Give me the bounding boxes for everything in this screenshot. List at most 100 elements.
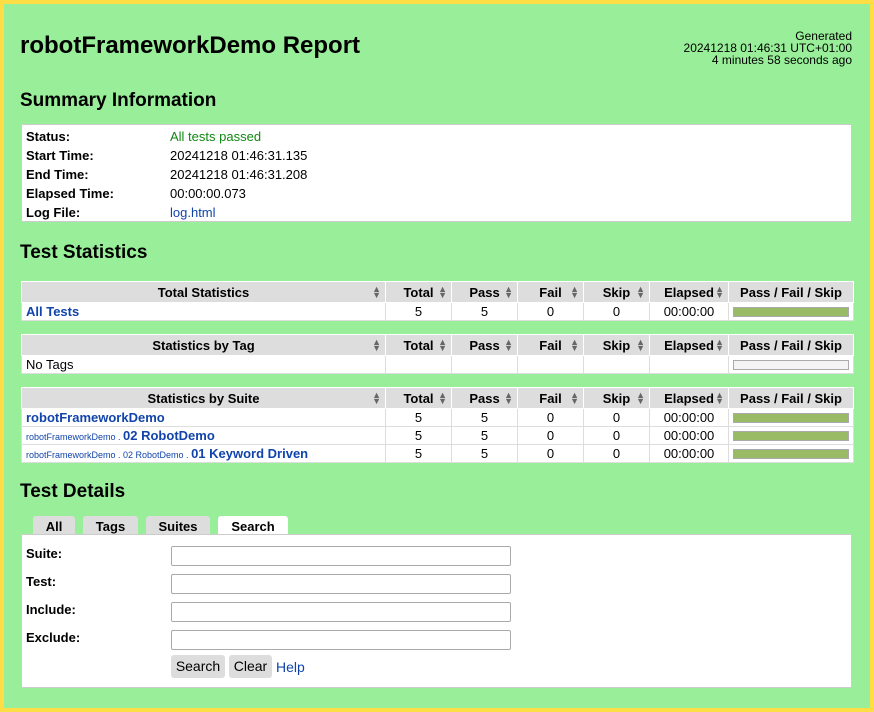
skip-cell: 0: [583, 444, 650, 463]
skip-cell: 0: [583, 408, 650, 427]
name-column-header-label: Statistics by Suite: [147, 390, 260, 406]
pass-column-header[interactable]: Pass ▲ ▼: [451, 387, 518, 409]
elapsed-time-row: Elapsed Time: 00:00:00.073: [26, 184, 851, 203]
row-name-link[interactable]: 02 RobotDemo: [123, 428, 215, 443]
total-cell: 5: [385, 302, 452, 321]
search-button[interactable]: Search: [171, 655, 225, 678]
exclude-label: Exclude:: [26, 630, 81, 645]
row-name-cell: robotFrameworkDemo . 02 RobotDemo: [21, 426, 386, 445]
header-row: Statistics by Tag ▲ ▼ Total ▲ ▼ Pass ▲ ▼ Fail ▲ ▼ Sk…: [21, 334, 854, 356]
total-column-header[interactable]: Total ▲ ▼: [385, 334, 452, 356]
elapsed-column-header-label: Elapsed: [664, 390, 714, 406]
include-input[interactable]: [171, 602, 511, 622]
elapsed-time-label: Elapsed Time:: [26, 186, 114, 201]
fail-cell: 0: [517, 302, 584, 321]
sort-arrows-icon: ▲ ▼: [636, 284, 645, 300]
pass-bar-fill: [734, 307, 848, 316]
skip-column-header[interactable]: Skip ▲ ▼: [583, 281, 650, 303]
elapsed-column-header-label: Elapsed: [664, 337, 714, 353]
tab-suites[interactable]: Suites: [146, 516, 210, 536]
name-column-header[interactable]: Statistics by Suite ▲ ▼: [21, 387, 386, 409]
status-value: All tests passed: [170, 129, 262, 144]
row-name-cell: No Tags: [21, 355, 386, 374]
fail-cell: 0: [517, 444, 584, 463]
fail-column-header[interactable]: Fail ▲ ▼: [517, 387, 584, 409]
elapsed-column-header[interactable]: Elapsed ▲ ▼: [649, 387, 729, 409]
total-statistics-table: Total Statistics ▲ ▼ Total ▲ ▼ Pass ▲ ▼ Fail ▲ ▼ Ski…: [21, 281, 854, 321]
elapsed-time-value: 00:00:00.073: [170, 186, 246, 201]
fail-column-header-label: Fail: [539, 284, 562, 300]
tab-all[interactable]: All: [33, 516, 75, 536]
start-time-row: Start Time: 20241218 01:46:31.135: [26, 146, 851, 165]
pass-column-header-label: Pass: [469, 390, 500, 406]
suite-parent-link[interactable]: robotFrameworkDemo .: [26, 432, 123, 442]
help-link[interactable]: Help: [276, 659, 305, 675]
pass-fail-skip-bar: [733, 430, 849, 441]
name-column-header[interactable]: Statistics by Tag ▲ ▼: [21, 334, 386, 356]
fail-column-header[interactable]: Fail ▲ ▼: [517, 281, 584, 303]
graph-column-header-label: Pass / Fail / Skip: [740, 337, 842, 353]
elapsed-cell: [649, 355, 729, 374]
clear-button[interactable]: Clear: [229, 655, 272, 678]
graph-column-header[interactable]: Pass / Fail / Skip: [728, 387, 854, 409]
sort-arrows-icon: ▲ ▼: [715, 284, 724, 300]
row-name-link[interactable]: All Tests: [26, 304, 79, 319]
skip-cell: 0: [583, 426, 650, 445]
pass-cell: [451, 355, 518, 374]
graph-column-header-label: Pass / Fail / Skip: [740, 284, 842, 300]
elapsed-column-header[interactable]: Elapsed ▲ ▼: [649, 281, 729, 303]
suite-statistics-table: Statistics by Suite ▲ ▼ Total ▲ ▼ Pass ▲ ▼ Fail ▲ ▼…: [21, 387, 854, 463]
suite-input[interactable]: [171, 546, 511, 566]
pass-fail-skip-bar: [733, 448, 849, 459]
graph-column-header-label: Pass / Fail / Skip: [740, 390, 842, 406]
header-row: Total Statistics ▲ ▼ Total ▲ ▼ Pass ▲ ▼ Fail ▲ ▼ Ski…: [21, 281, 854, 303]
name-column-header-label: Statistics by Tag: [152, 337, 255, 353]
row-name-cell: robotFrameworkDemo: [21, 408, 386, 427]
details-title: Test Details: [20, 481, 126, 502]
sort-arrows-icon: ▲ ▼: [570, 337, 579, 353]
fail-column-header[interactable]: Fail ▲ ▼: [517, 334, 584, 356]
pass-column-header-label: Pass: [469, 284, 500, 300]
total-column-header[interactable]: Total ▲ ▼: [385, 281, 452, 303]
report-title: robotFrameworkDemo Report: [20, 32, 361, 59]
pass-column-header[interactable]: Pass ▲ ▼: [451, 281, 518, 303]
fail-cell: [517, 355, 584, 374]
suite-parent-link[interactable]: robotFrameworkDemo . 02 RobotDemo .: [26, 450, 191, 460]
skip-column-header-label: Skip: [602, 284, 631, 300]
pass-column-header-label: Pass: [469, 337, 500, 353]
sort-arrows-icon: ▲ ▼: [372, 284, 381, 300]
total-cell: [385, 355, 452, 374]
test-input[interactable]: [171, 574, 511, 594]
log-file-label: Log File:: [26, 205, 81, 220]
graph-column-header[interactable]: Pass / Fail / Skip: [728, 281, 854, 303]
skip-column-header[interactable]: Skip ▲ ▼: [583, 387, 650, 409]
sort-arrows-icon: ▲ ▼: [372, 390, 381, 406]
total-column-header[interactable]: Total ▲ ▼: [385, 387, 452, 409]
elapsed-column-header[interactable]: Elapsed ▲ ▼: [649, 334, 729, 356]
sort-arrows-icon: ▲ ▼: [636, 337, 645, 353]
log-file-link[interactable]: log.html: [170, 203, 216, 222]
pass-fail-skip-bar: [733, 306, 849, 317]
row-name-link[interactable]: robotFrameworkDemo: [26, 410, 165, 425]
row-name-cell: robotFrameworkDemo . 02 RobotDemo . 01 K…: [21, 444, 386, 463]
total-cell: 5: [385, 426, 452, 445]
row-name-link[interactable]: 01 Keyword Driven: [191, 446, 308, 461]
total-column-header-label: Total: [403, 390, 434, 406]
tab-tags[interactable]: Tags: [83, 516, 138, 536]
pass-column-header[interactable]: Pass ▲ ▼: [451, 334, 518, 356]
total-cell: 5: [385, 408, 452, 427]
elapsed-cell: 00:00:00: [649, 444, 729, 463]
tab-search[interactable]: Search: [218, 516, 288, 536]
table-row: All Tests 5 5 0 0 00:00:00: [21, 302, 854, 321]
end-time-row: End Time: 20241218 01:46:31.208: [26, 165, 851, 184]
fail-cell: 0: [517, 426, 584, 445]
sort-arrows-icon: ▲ ▼: [715, 390, 724, 406]
name-column-header[interactable]: Total Statistics ▲ ▼: [21, 281, 386, 303]
exclude-input[interactable]: [171, 630, 511, 650]
tag-statistics-table: Statistics by Tag ▲ ▼ Total ▲ ▼ Pass ▲ ▼ Fail ▲ ▼ Sk…: [21, 334, 854, 374]
graph-column-header[interactable]: Pass / Fail / Skip: [728, 334, 854, 356]
graph-cell: [728, 408, 854, 427]
sort-arrows-icon: ▲ ▼: [504, 284, 513, 300]
skip-column-header[interactable]: Skip ▲ ▼: [583, 334, 650, 356]
skip-cell: 0: [583, 302, 650, 321]
